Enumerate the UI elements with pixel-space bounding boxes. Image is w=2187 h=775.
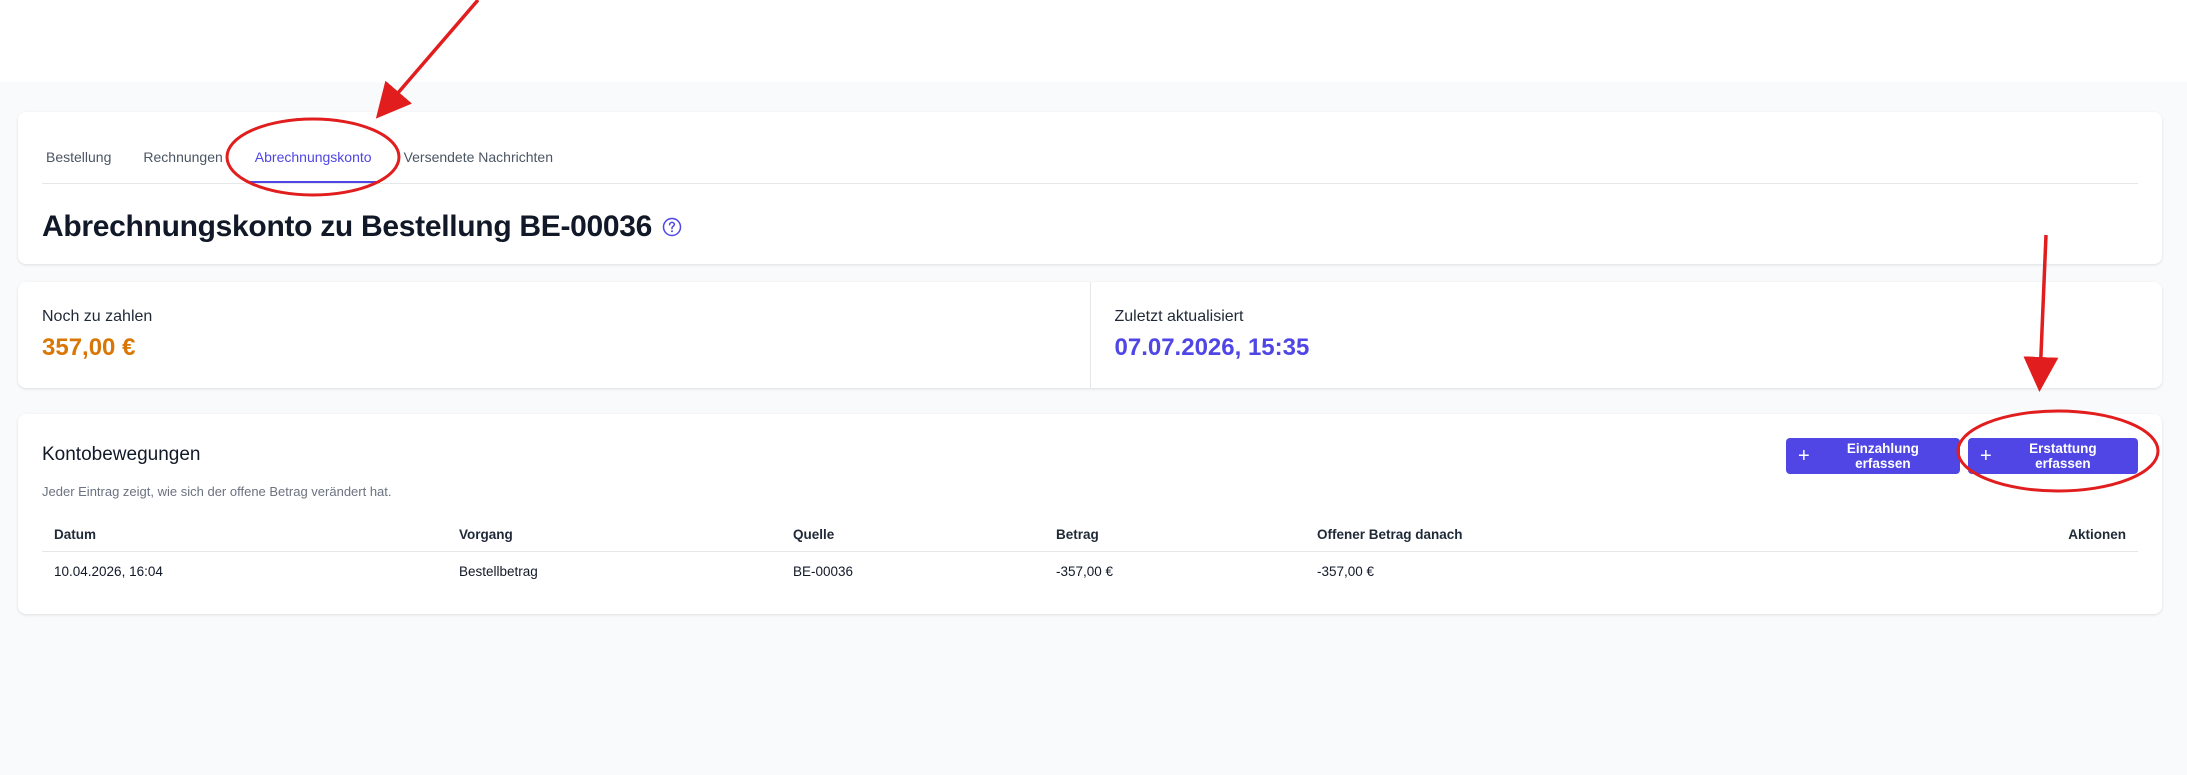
- tab-abrechnungskonto[interactable]: Abrechnungskonto: [246, 143, 380, 183]
- column-header-offener-betrag: Offener Betrag danach: [1317, 527, 1463, 542]
- last-updated-stat: Zuletzt aktualisiert 07.07.2026, 15:35: [1089, 282, 2163, 388]
- table-header: Datum Vorgang Quelle Betrag Offener Betr…: [42, 518, 2138, 552]
- column-header-datum: Datum: [54, 527, 97, 542]
- transactions-card: Kontobewegungen Jeder Eintrag zeigt, wie…: [18, 414, 2162, 614]
- cell-offener-betrag: -357,00 €: [1317, 563, 1375, 579]
- add-deposit-label: Einzahlung erfassen: [1846, 441, 1919, 471]
- cell-quelle: BE-00036: [793, 563, 854, 579]
- cell-vorgang: Bestellbetrag: [459, 563, 538, 579]
- table-row: 10.04.2026, 16:04 Bestellbetrag BE-00036…: [42, 552, 2138, 590]
- column-header-vorgang: Vorgang: [459, 527, 513, 542]
- plus-icon: +: [1980, 445, 1992, 467]
- last-updated-label: Zuletzt aktualisiert: [1114, 308, 1244, 325]
- tab-versendete-nachrichten[interactable]: Versendete Nachrichten: [396, 143, 561, 183]
- page-title: Abrechnungskonto zu Bestellung BE-00036: [42, 210, 653, 243]
- column-header-betrag: Betrag: [1056, 527, 1099, 542]
- add-deposit-button[interactable]: + Einzahlung erfassen: [1786, 438, 1960, 474]
- column-header-quelle: Quelle: [793, 527, 835, 542]
- help-circle-icon[interactable]: [662, 217, 682, 237]
- transactions-subtitle: Jeder Eintrag zeigt, wie sich der offene…: [42, 484, 392, 499]
- transactions-title: Kontobewegungen: [42, 444, 201, 465]
- last-updated-value: 07.07.2026, 15:35: [1114, 334, 1310, 361]
- add-refund-button[interactable]: + Erstattung erfassen: [1968, 438, 2138, 474]
- outstanding-label: Noch zu zahlen: [42, 308, 153, 325]
- tab-bestellung[interactable]: Bestellung: [42, 143, 119, 183]
- tab-rechnungen[interactable]: Rechnungen: [135, 143, 230, 183]
- outstanding-stat: Noch zu zahlen 357,00 €: [18, 282, 1090, 388]
- page-title-row: Abrechnungskonto zu Bestellung BE-00036: [42, 210, 682, 244]
- column-header-aktionen: Aktionen: [2068, 527, 2126, 542]
- balance-summary-card: Noch zu zahlen 357,00 € Zuletzt aktualis…: [18, 282, 2162, 388]
- transactions-table: Datum Vorgang Quelle Betrag Offener Betr…: [42, 518, 2138, 590]
- top-bar: [0, 0, 2187, 82]
- add-refund-label: Erstattung erfassen: [2029, 441, 2097, 471]
- plus-icon: +: [1798, 445, 1810, 467]
- tab-bar: Bestellung Rechnungen Abrechnungskonto V…: [42, 112, 2138, 184]
- header-card: Bestellung Rechnungen Abrechnungskonto V…: [18, 112, 2162, 264]
- cell-betrag: -357,00 €: [1056, 563, 1114, 579]
- outstanding-value: 357,00 €: [42, 334, 136, 361]
- cell-datum: 10.04.2026, 16:04: [54, 563, 163, 579]
